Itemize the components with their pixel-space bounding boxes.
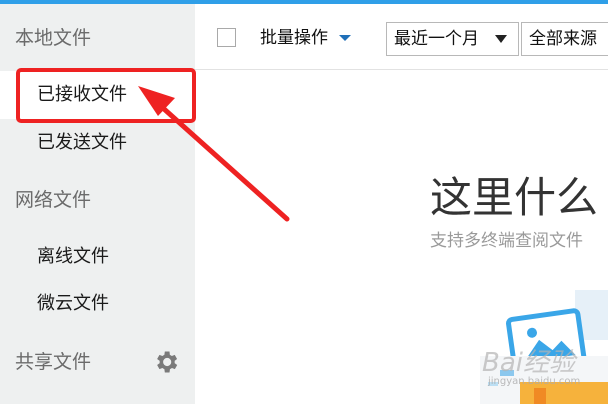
sidebar: 本地文件 已接收文件 已发送文件 网络文件 离线文件 微云文件 共享文件 [0,4,195,404]
time-filter-value: 最近一个月 [394,29,479,49]
annotation-highlight-box [16,68,196,123]
sidebar-item-offline-files[interactable]: 离线文件 [0,233,195,281]
sidebar-section-local-files[interactable]: 本地文件 [0,14,195,62]
chevron-down-icon [339,35,351,41]
dropdown-arrow-icon [495,35,507,43]
select-all-checkbox[interactable] [217,28,236,47]
sidebar-section-network-files[interactable]: 网络文件 [0,176,195,224]
watermark-logo: Bai经验 [482,348,575,378]
empty-state-subtitle: 支持多终端查阅文件 [430,231,583,251]
gear-icon[interactable] [152,348,180,376]
empty-state-title: 这里什么 [430,173,599,222]
sidebar-item-sent-files[interactable]: 已发送文件 [0,119,195,167]
time-filter-select[interactable]: 最近一个月 [386,22,519,56]
sidebar-item-weiyun-files[interactable]: 微云文件 [0,280,195,328]
toolbar: 批量操作 最近一个月 全部来源 [195,4,608,70]
watermark-url: jingyan.baidu.com [488,376,581,387]
batch-operations-button[interactable]: 批量操作 [260,24,328,52]
source-filter-value: 全部来源 [529,29,597,49]
source-filter-select[interactable]: 全部来源 [521,22,608,56]
